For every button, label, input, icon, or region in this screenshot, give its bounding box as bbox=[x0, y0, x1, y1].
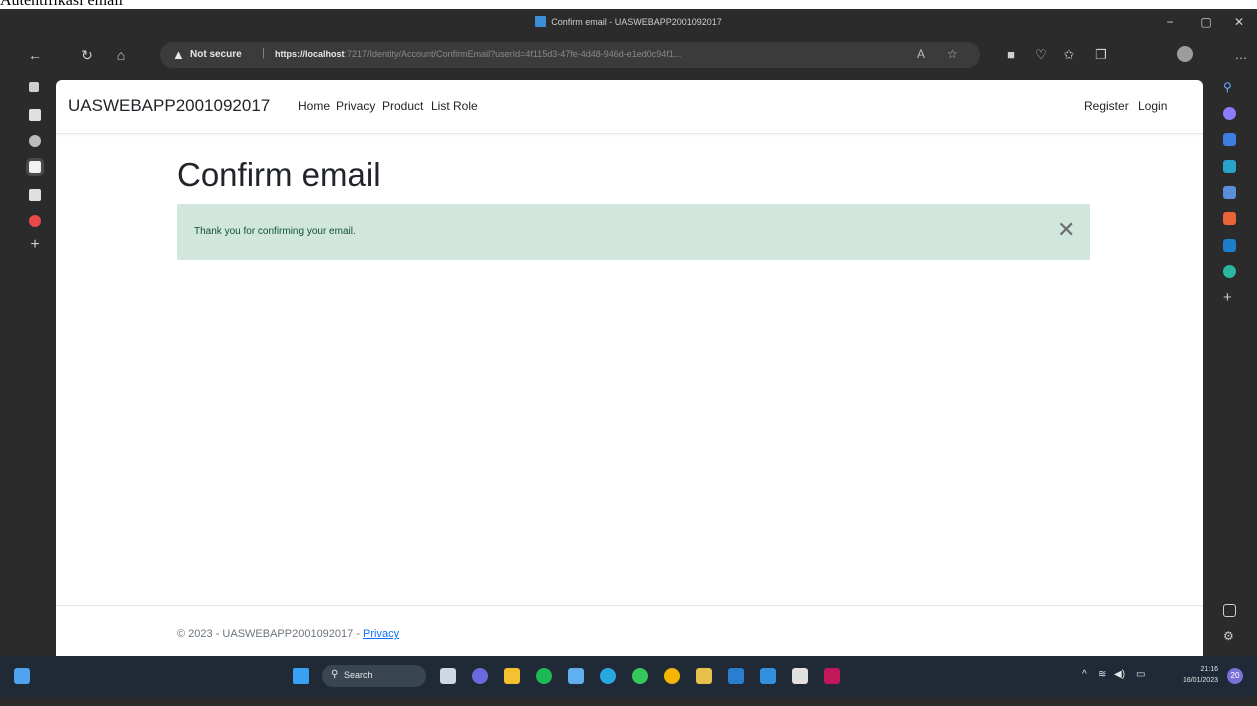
add-sidebar-icon[interactable]: + bbox=[1223, 290, 1236, 305]
games-icon[interactable] bbox=[1223, 186, 1236, 199]
address-bar[interactable]: ▲ Not secure | https://localhost:7217/Id… bbox=[160, 42, 980, 68]
nav-login-link[interactable]: Login bbox=[1138, 99, 1167, 113]
favorites-add-icon[interactable]: ☆ bbox=[947, 47, 958, 61]
battery-icon[interactable]: ▭ bbox=[1136, 669, 1145, 680]
alert-close-icon[interactable]: ✕ bbox=[1057, 218, 1075, 242]
vscode-icon[interactable] bbox=[760, 668, 776, 684]
clock-time: 21:16 bbox=[1200, 666, 1218, 673]
favorites-icon[interactable]: ✩ bbox=[1060, 46, 1078, 64]
footer-privacy-link[interactable]: Privacy bbox=[363, 628, 399, 640]
whatsapp-icon[interactable] bbox=[632, 668, 648, 684]
tab-active-page-icon[interactable] bbox=[26, 158, 44, 176]
start-icon[interactable] bbox=[293, 668, 309, 684]
more-icon[interactable]: … bbox=[1232, 46, 1250, 64]
volume-icon[interactable]: ◀) bbox=[1114, 669, 1125, 680]
window-title: Confirm email - UASWEBAPP2001092017 bbox=[0, 16, 1257, 27]
close-window-button[interactable]: ✕ bbox=[1229, 13, 1249, 31]
tab-red-app-icon[interactable] bbox=[29, 215, 41, 227]
read-aloud-icon[interactable]: A bbox=[917, 47, 925, 61]
nav-privacy-link[interactable]: Privacy bbox=[336, 99, 375, 113]
sidebar-layout-icon[interactable] bbox=[1223, 604, 1236, 617]
document-caption-text: Autentifikasi email bbox=[0, 0, 124, 9]
widgets-icon[interactable] bbox=[14, 668, 30, 684]
sticky-notes-icon[interactable] bbox=[696, 668, 712, 684]
chrome-icon[interactable] bbox=[664, 668, 680, 684]
window-title-text: Confirm email - UASWEBAPP2001092017 bbox=[551, 17, 722, 27]
spotify-icon[interactable] bbox=[536, 668, 552, 684]
tab-page-icon-2[interactable] bbox=[29, 189, 41, 201]
footer-text: © 2023 - UASWEBAPP2001092017 - Privacy bbox=[177, 628, 399, 640]
title-bar: Confirm email - UASWEBAPP2001092017 − ▢ … bbox=[0, 9, 1257, 37]
outlook-icon[interactable] bbox=[1223, 239, 1236, 252]
not-secure-label[interactable]: Not secure bbox=[190, 49, 242, 60]
taskbar-clock[interactable]: 21:16 16/01/2023 bbox=[1174, 664, 1218, 686]
back-icon[interactable]: ← bbox=[26, 46, 44, 64]
tray-overflow-icon[interactable]: ^ bbox=[1082, 669, 1087, 680]
page-favicon-icon bbox=[535, 16, 547, 27]
notification-badge[interactable]: 20 bbox=[1227, 668, 1243, 684]
vertical-tabs: + bbox=[0, 73, 56, 671]
nav-home-link[interactable]: Home bbox=[298, 99, 330, 113]
shopping-icon[interactable] bbox=[1223, 133, 1236, 146]
nav-register-link[interactable]: Register bbox=[1084, 99, 1129, 113]
success-alert: Thank you for confirming your email. ✕ bbox=[177, 204, 1090, 260]
sidebar-settings-icon[interactable]: ⚙ bbox=[1223, 630, 1236, 643]
refresh-icon[interactable]: ↻ bbox=[78, 46, 96, 64]
site-footer: © 2023 - UASWEBAPP2001092017 - Privacy bbox=[56, 605, 1203, 656]
maximize-button[interactable]: ▢ bbox=[1196, 13, 1216, 31]
nav-list-role-link[interactable]: List Role bbox=[431, 99, 478, 113]
search-icon[interactable]: ⚲ bbox=[1223, 80, 1236, 94]
word-icon[interactable] bbox=[728, 668, 744, 684]
drop-icon[interactable] bbox=[1223, 265, 1236, 278]
tab-page-icon[interactable] bbox=[29, 109, 41, 121]
wifi-icon[interactable]: ≋ bbox=[1098, 669, 1106, 680]
document-caption: Autentifikasi email bbox=[0, 0, 1257, 9]
edge-sidebar: ⚲ + ⚙ bbox=[1203, 73, 1257, 671]
browser-essentials-icon[interactable]: ♡ bbox=[1032, 46, 1050, 64]
office-icon[interactable] bbox=[1223, 212, 1236, 225]
search-icon-taskbar: ⚲ bbox=[331, 669, 339, 680]
page-title: Confirm email bbox=[177, 156, 381, 193]
browser-window: Confirm email - UASWEBAPP2001092017 − ▢ … bbox=[0, 9, 1257, 706]
url-path: :7217/Identity/Account/ConfirmEmail?user… bbox=[344, 49, 682, 59]
taskbar-search[interactable]: ⚲ Search bbox=[322, 665, 426, 687]
discover-icon[interactable] bbox=[1223, 107, 1236, 120]
warning-icon[interactable]: ▲ bbox=[172, 47, 185, 62]
tools-icon[interactable] bbox=[1223, 160, 1236, 173]
nav-product-link[interactable]: Product bbox=[382, 99, 423, 113]
minimize-button[interactable]: − bbox=[1160, 13, 1180, 31]
footer-copyright: © 2023 - UASWEBAPP2001092017 - bbox=[177, 628, 364, 640]
site-navbar: UASWEBAPP2001092017 Home Privacy Product… bbox=[56, 80, 1203, 134]
alert-message: Thank you for confirming your email. bbox=[194, 226, 356, 237]
url-host: https://localhost bbox=[275, 49, 345, 59]
clock-date: 16/01/2023 bbox=[1182, 677, 1218, 684]
site-brand-link[interactable]: UASWEBAPP2001092017 bbox=[68, 96, 270, 116]
address-separator: | bbox=[262, 47, 265, 59]
browser-toolbar: ← ↻ ⌂ ▲ Not secure | https://localhost:7… bbox=[0, 37, 1257, 73]
search-label: Search bbox=[344, 670, 373, 680]
teams-icon[interactable] bbox=[472, 668, 488, 684]
file-explorer-icon[interactable] bbox=[504, 668, 520, 684]
web-page: UASWEBAPP2001092017 Home Privacy Product… bbox=[56, 80, 1203, 656]
url-text[interactable]: https://localhost:7217/Identity/Account/… bbox=[275, 49, 885, 59]
tab-audio-icon[interactable] bbox=[29, 135, 41, 147]
new-tab-icon[interactable]: + bbox=[29, 237, 41, 253]
app-icon[interactable] bbox=[792, 668, 808, 684]
notepad-icon[interactable] bbox=[568, 668, 584, 684]
home-icon[interactable]: ⌂ bbox=[112, 46, 130, 64]
task-view-icon[interactable] bbox=[440, 668, 456, 684]
app-icon-2[interactable] bbox=[824, 668, 840, 684]
collections-icon[interactable]: ❐ bbox=[1092, 46, 1110, 64]
edge-icon[interactable] bbox=[600, 668, 616, 684]
profile-icon[interactable] bbox=[1177, 46, 1193, 62]
taskbar: ⚲ Search ^ ≋ ◀) ▭ 21:16 16/01/2023 20 bbox=[0, 656, 1257, 697]
tab-actions-icon[interactable] bbox=[29, 82, 39, 92]
extensions-icon[interactable]: ■ bbox=[1002, 46, 1020, 64]
